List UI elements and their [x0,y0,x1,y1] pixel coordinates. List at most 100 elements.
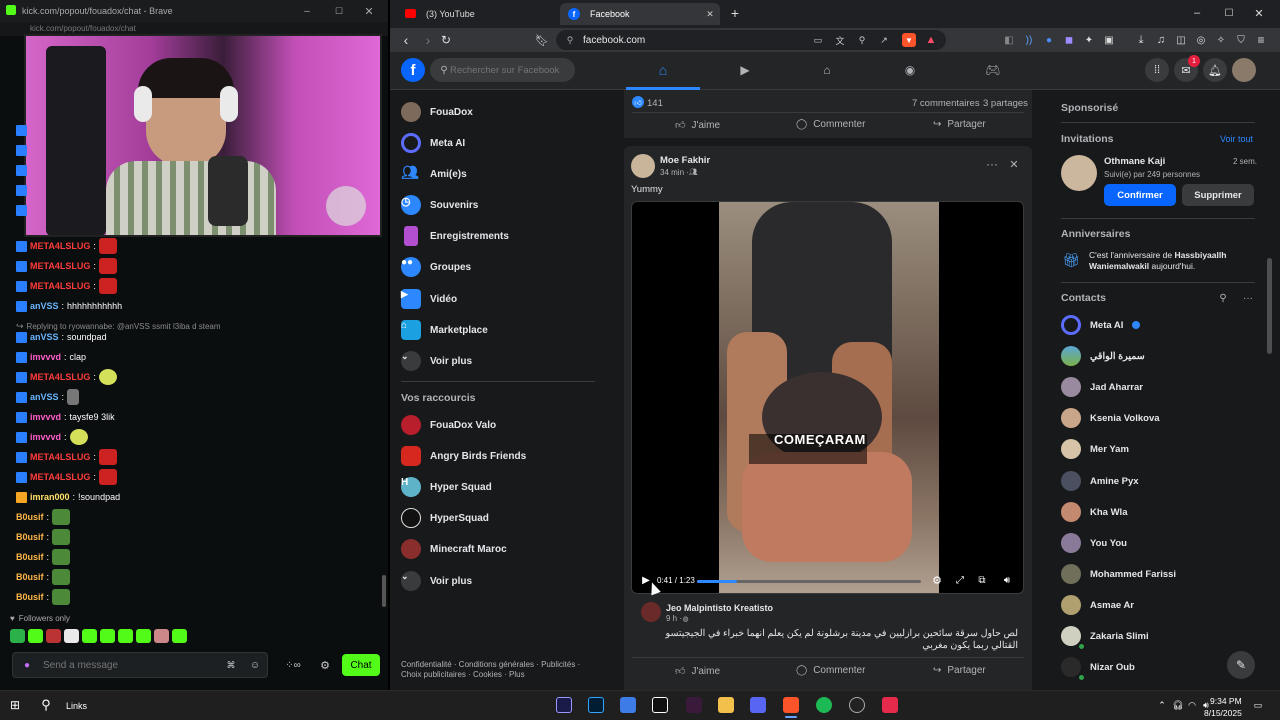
post-time[interactable]: 34 min · [660,168,689,177]
extensions-puzzle-icon[interactable]: ✦ [1082,33,1096,47]
reload-icon[interactable]: ↻ [438,32,454,48]
menu-icon[interactable]: ≡ [1254,33,1268,47]
shortcut-item[interactable]: Angry Birds Friends [401,444,526,468]
app-icon[interactable] [620,697,636,713]
chat-username[interactable]: imvvvd [30,412,61,422]
chevron-up-icon[interactable]: ⌃ [1156,699,1168,711]
emote-icon[interactable] [118,629,133,643]
contact-item[interactable]: Kha Wla [1061,500,1127,524]
new-tab-icon[interactable]: + [728,5,742,21]
chat-username[interactable]: B0usif [16,552,44,562]
headset-icon[interactable]: 🎧︎ [1172,699,1184,711]
minimize-icon[interactable]: – [1190,6,1204,20]
chat-username[interactable]: anVSS [30,301,59,311]
download-icon[interactable]: ⤓ [1134,33,1148,47]
extension-icon[interactable]: ● [1042,33,1056,47]
tab-facebook[interactable]: f Facebook ✕ [560,3,720,25]
emote-icon[interactable] [172,629,187,643]
search-icon[interactable]: ⚲ [38,697,54,713]
nav-marketplace[interactable]: ⌂ Marketplace [401,318,488,342]
contact-item[interactable]: Mer Yam [1061,437,1129,461]
fullscreen-icon[interactable]: ⤢ [953,573,967,587]
obs-icon[interactable] [849,697,865,713]
footer-links[interactable]: Confidentialité · Conditions générales ·… [401,660,580,669]
bookmark-icon[interactable]: 🔖︎ [534,32,550,48]
forward-icon[interactable]: › [420,32,436,48]
fb-search-input[interactable] [450,62,570,78]
clock-date[interactable]: 8/15/2025 [1204,708,1242,718]
notification-center-icon[interactable]: ▭ [1252,699,1264,711]
windows-start-icon[interactable]: ⊞ [8,698,22,712]
video-progress-track[interactable] [697,580,921,583]
maximize-icon[interactable]: ☐ [332,4,346,18]
facebook-logo-icon[interactable]: f [401,58,425,82]
chat-scrollbar[interactable] [382,575,386,607]
contact-item[interactable]: Amine Pyx [1061,469,1139,493]
tab-youtube[interactable]: (3) YouTube [396,3,560,25]
wallet-icon[interactable]: ▣ [1102,33,1116,47]
pip-icon[interactable]: ⧉ [975,573,989,587]
volume-icon[interactable]: 🔊︎ [1000,573,1014,587]
more-options-icon[interactable]: ··· [985,157,999,171]
chat-username[interactable]: imvvvd [30,352,61,362]
chat-username[interactable]: META4LSLUG [30,261,90,271]
groups-icon[interactable]: ◉ [902,62,918,78]
file-explorer-icon[interactable] [718,697,734,713]
video-player[interactable]: COMEÇARAM ▶ 0:41 / 1:23 ⚙ ⤢ ⧉ 🔊︎ [631,201,1024,594]
microphone-icon[interactable]: ● [21,659,33,671]
comment-button[interactable]: ◯ Commenter [796,665,865,676]
new-message-icon[interactable]: ✎ [1227,651,1255,679]
maximize-icon[interactable]: ☐ [1222,6,1236,20]
home-icon[interactable]: ⌂ [655,62,671,78]
footer-links[interactable]: Choix publicitaires · Cookies · Plus [401,670,525,679]
video-icon[interactable]: ▶ [737,62,753,78]
see-all-link[interactable]: Voir tout [1220,134,1253,144]
more-options-icon[interactable]: ··· [1242,292,1254,304]
author-avatar[interactable] [631,154,655,178]
shortcut-item[interactable]: H Hyper Squad [401,475,492,499]
send-message-input[interactable] [43,656,223,674]
invite-name[interactable]: Othmane Kaji [1104,156,1165,167]
site-info-icon[interactable]: ⚲ [564,34,576,46]
chat-username[interactable]: META4LSLUG [30,372,90,382]
emote-icon[interactable] [136,629,151,643]
discord-icon[interactable] [750,697,766,713]
shortcut-see-more[interactable]: ⌄ Voir plus [401,569,472,593]
vpn-icon[interactable]: ◎ [1194,33,1208,47]
fb-search-box[interactable]: ⚲ [430,58,575,82]
page-scrollbar[interactable] [1267,258,1272,354]
extension-icon[interactable]: ◼ [1062,33,1076,47]
contact-item[interactable]: Meta AI [1061,313,1141,337]
chat-username[interactable]: META4LSLUG [30,281,90,291]
share-count[interactable]: 3 partages [983,98,1028,109]
emote-icon[interactable] [100,629,115,643]
translate-icon[interactable]: 文 [834,34,846,46]
emote-icon[interactable] [154,629,169,643]
contact-item[interactable]: Ksenia Volkova [1061,406,1160,430]
minimize-icon[interactable]: – [300,4,314,18]
chat-username[interactable]: B0usif [16,512,44,522]
emote-picker-icon[interactable]: ⁘∞ [280,658,306,672]
share-button[interactable]: ↪ Partager [933,119,986,130]
contact-item[interactable]: Mohammed Farissi [1061,562,1176,586]
cast-icon[interactable]: ▭ [812,34,824,46]
close-post-icon[interactable]: ✕ [1007,157,1021,171]
nav-profile[interactable]: FouaDox [401,100,473,124]
confirm-button[interactable]: Confirmer [1104,184,1176,206]
taskbar-links-label[interactable]: Links [66,701,87,711]
close-window-icon[interactable]: ✕ [1252,6,1266,20]
like-button[interactable]: 👍︎ J'aime [675,119,720,132]
chat-send-button[interactable]: Chat [342,654,380,676]
shared-author-avatar[interactable] [641,602,661,622]
back-icon[interactable]: ‹ [398,32,414,48]
chat-username[interactable]: anVSS [30,332,59,342]
clock-time[interactable]: 9:34 PM [1210,696,1242,706]
emoji-icon[interactable]: ☺ [249,659,261,671]
nav-groups[interactable]: ●● Groupes [401,255,471,279]
brave-shield-icon[interactable]: ▼ [902,33,916,47]
invite-avatar[interactable] [1061,155,1097,191]
chat-username[interactable]: META4LSLUG [30,472,90,482]
nav-see-more[interactable]: ⌄ Voir plus [401,349,472,373]
extension-icon[interactable]: )) [1022,33,1036,47]
like-button[interactable]: 👍︎ J'aime [675,665,720,678]
